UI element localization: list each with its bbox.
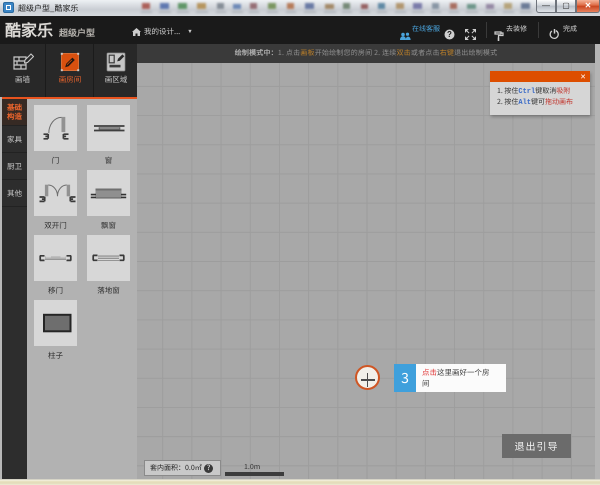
svg-text:?: ? [447, 30, 452, 39]
